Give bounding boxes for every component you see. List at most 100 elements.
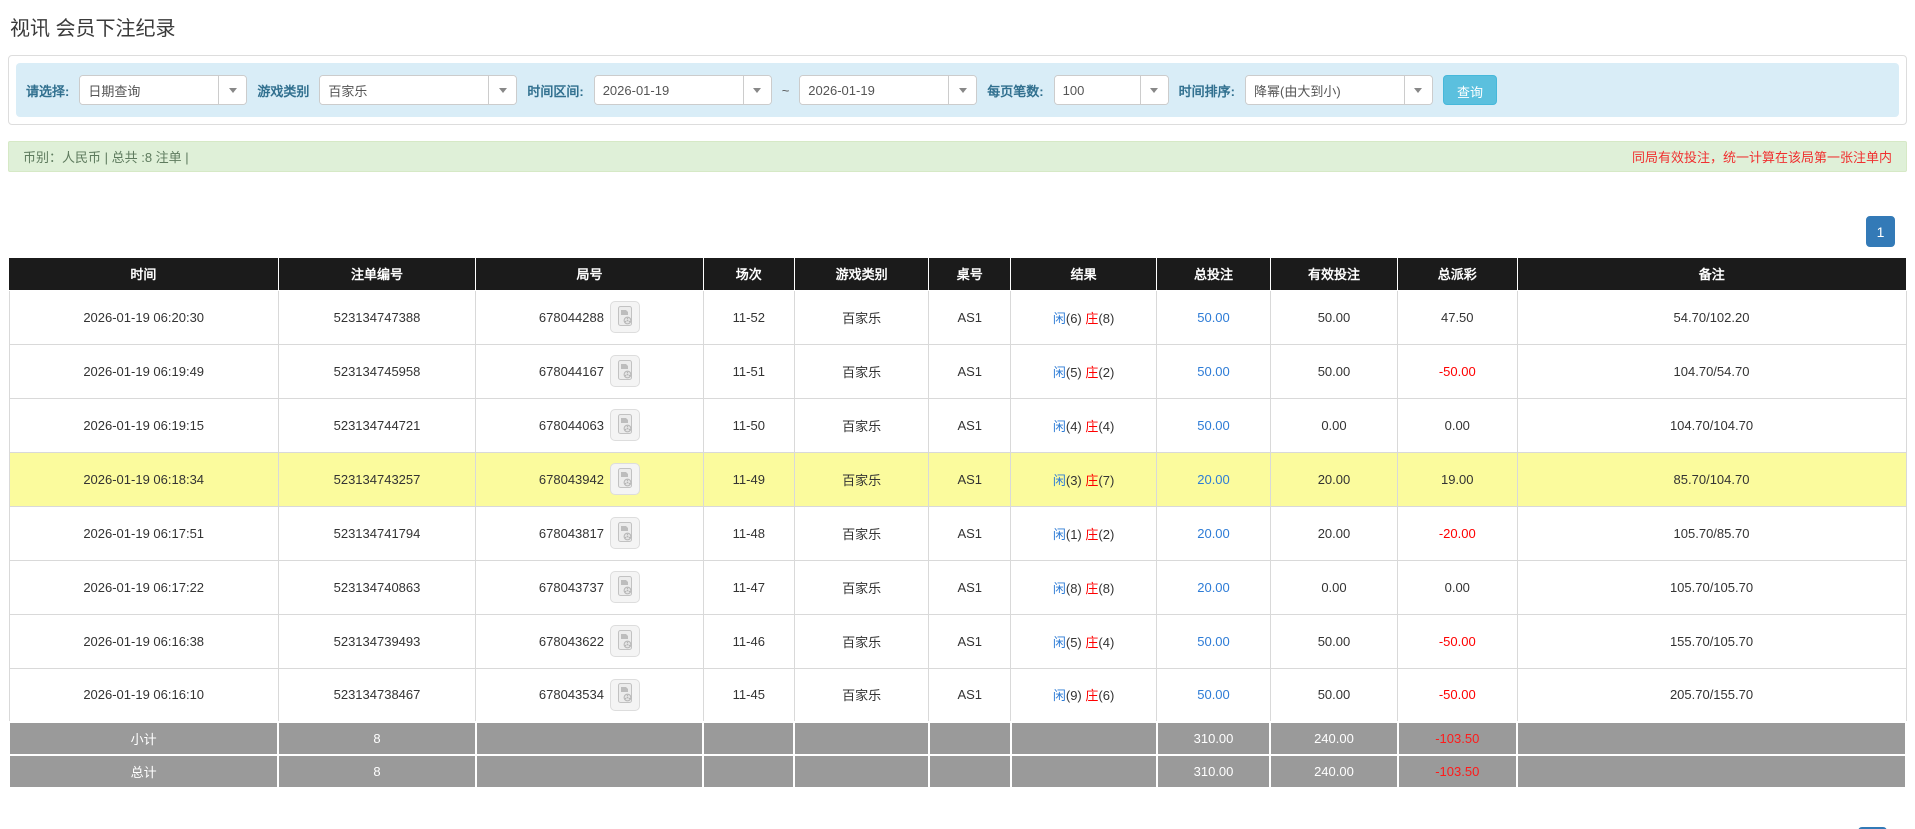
table-row: 2026-01-19 06:17:51 523134741794 6780438… [8, 505, 1907, 561]
cell-round-no: 678043942 [475, 451, 704, 507]
date-from-input[interactable] [594, 76, 743, 104]
query-type-label: 请选择: [26, 83, 70, 99]
player-result-label: 闲 [1052, 634, 1066, 650]
cell-session: 11-50 [702, 397, 795, 453]
cell-total-bet[interactable]: 20.00 [1156, 559, 1271, 615]
cell-round-no: 678044063 [475, 397, 704, 453]
round-number: 678043534 [538, 687, 604, 703]
summary-total-bet: 310.00 [1155, 754, 1272, 789]
page-size-input[interactable] [1054, 76, 1140, 104]
header-bet-no: 注单编号 [278, 258, 477, 291]
video-replay-button[interactable] [609, 355, 640, 387]
video-replay-button[interactable] [609, 463, 640, 495]
banker-result-label: 庄 [1085, 364, 1099, 380]
cell-table-no: AS1 [928, 559, 1012, 615]
cell-total-bet[interactable]: 20.00 [1156, 505, 1271, 561]
header-game-type: 游戏类别 [794, 258, 930, 291]
cell-time: 2026-01-19 06:16:10 [8, 667, 279, 723]
header-result: 结果 [1010, 258, 1158, 291]
table-header: 时间 注单编号 局号 场次 游戏类别 桌号 结果 总投注 有效投注 总派彩 备注 [9, 258, 1906, 291]
player-result-score: (3) [1065, 472, 1082, 488]
header-session: 场次 [703, 258, 795, 291]
banker-result-score: (7) [1098, 472, 1115, 488]
cell-valid-bet: 0.00 [1269, 397, 1399, 453]
video-replay-button[interactable] [609, 409, 640, 441]
banker-result-score: (6) [1098, 688, 1115, 704]
video-replay-button[interactable] [609, 517, 640, 549]
cell-total-bet[interactable]: 20.00 [1156, 451, 1271, 507]
date-to-input[interactable] [800, 76, 949, 104]
cell-time: 2026-01-19 06:17:51 [8, 505, 279, 561]
player-result-label: 闲 [1052, 688, 1066, 704]
cell-session: 11-45 [702, 667, 795, 723]
pagination-top: 1 [8, 216, 1907, 247]
query-type-select[interactable] [79, 75, 248, 105]
cell-payout: 0.00 [1397, 559, 1518, 615]
sort-order-input[interactable] [1245, 76, 1404, 104]
summary-count: 8 [277, 754, 477, 789]
date-from-dropdown-button[interactable] [742, 76, 771, 104]
search-button[interactable]: 查询 [1442, 75, 1497, 105]
cell-session: 11-48 [702, 505, 795, 561]
video-replay-button[interactable] [609, 625, 640, 657]
query-type-dropdown-button[interactable] [218, 76, 247, 104]
header-time: 时间 [9, 258, 279, 291]
cell-time: 2026-01-19 06:19:49 [8, 343, 279, 399]
player-result-label: 闲 [1052, 580, 1066, 596]
cell-total-bet[interactable]: 50.00 [1156, 613, 1271, 669]
date-to-picker[interactable] [799, 75, 978, 105]
date-to-dropdown-button[interactable] [948, 76, 977, 104]
banker-result-score: (4) [1098, 634, 1115, 650]
cell-round-no: 678043622 [475, 613, 704, 669]
table-row: 2026-01-19 06:18:34 523134743257 6780439… [8, 451, 1907, 507]
cell-total-bet[interactable]: 50.00 [1156, 289, 1271, 345]
video-replay-button[interactable] [609, 301, 640, 333]
table-row: 2026-01-19 06:17:22 523134740863 6780437… [8, 559, 1907, 615]
player-result-score: (5) [1065, 634, 1082, 650]
cell-total-bet[interactable]: 50.00 [1156, 667, 1271, 723]
header-total-bet: 总投注 [1156, 258, 1271, 291]
cell-time: 2026-01-19 06:17:22 [8, 559, 279, 615]
cell-bet-no: 523134745958 [277, 343, 477, 399]
banker-result-score: (2) [1098, 526, 1115, 542]
sort-order-select[interactable] [1244, 75, 1433, 105]
cell-table-no: AS1 [928, 451, 1012, 507]
cell-result: 闲(9) 庄(6) [1010, 667, 1158, 723]
game-type-dropdown-button[interactable] [488, 76, 517, 104]
page-size-select[interactable] [1053, 75, 1169, 105]
video-file-icon [615, 575, 635, 600]
banker-result-label: 庄 [1085, 310, 1099, 326]
cell-game-type: 百家乐 [793, 451, 930, 507]
cell-result: 闲(5) 庄(4) [1010, 613, 1158, 669]
round-number: 678043737 [538, 579, 604, 595]
game-type-select[interactable] [319, 75, 518, 105]
cell-time: 2026-01-19 06:20:30 [8, 289, 279, 345]
video-replay-button[interactable] [609, 678, 640, 711]
cell-table-no: AS1 [928, 667, 1012, 723]
player-result-score: (8) [1065, 580, 1082, 596]
page-size-dropdown-button[interactable] [1139, 76, 1168, 104]
chevron-down-icon [228, 87, 237, 93]
chevron-down-icon [1150, 87, 1159, 93]
cell-valid-bet: 50.00 [1269, 343, 1399, 399]
sort-order-dropdown-button[interactable] [1403, 76, 1432, 104]
player-result-score: (5) [1065, 364, 1082, 380]
cell-total-bet[interactable]: 50.00 [1156, 343, 1271, 399]
page-1-button[interactable]: 1 [1866, 216, 1895, 247]
game-type-input[interactable] [320, 76, 489, 104]
cell-total-bet[interactable]: 50.00 [1156, 397, 1271, 453]
table-footer: 小计 8 310.00 240.00 -103.50 总计 8 310.00 2… [7, 721, 1907, 789]
time-range-label: 时间区间: [527, 83, 584, 99]
cell-table-no: AS1 [928, 613, 1012, 669]
valid-bet-notice: 同局有效投注，统一计算在该局第一张注单内 [1631, 150, 1892, 165]
date-from-picker[interactable] [593, 75, 772, 105]
cell-game-type: 百家乐 [793, 505, 930, 561]
video-replay-button[interactable] [609, 571, 640, 603]
summary-valid-bet: 240.00 [1269, 754, 1399, 789]
header-table-no: 桌号 [928, 258, 1012, 291]
summary-row: 总计 8 310.00 240.00 -103.50 [7, 754, 1907, 789]
query-type-input[interactable] [80, 76, 219, 104]
header-round-no: 局号 [475, 258, 704, 291]
cell-result: 闲(1) 庄(2) [1010, 505, 1158, 561]
cell-bet-no: 523134739493 [277, 613, 477, 669]
